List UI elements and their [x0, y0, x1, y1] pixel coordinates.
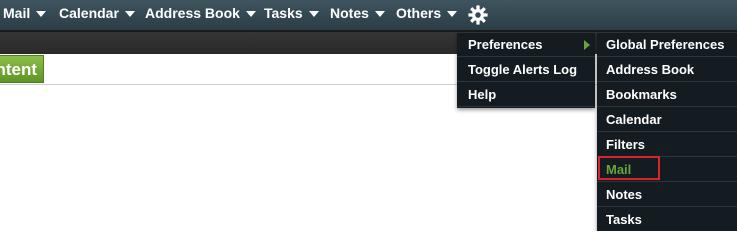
submenu-item-notes[interactable]: Notes [597, 183, 737, 207]
nav-calendar-label: Calendar [59, 5, 119, 21]
nav-notes-label: Notes [330, 5, 369, 21]
nav-address-book[interactable]: Address Book [145, 0, 256, 28]
selection-highlight [598, 156, 660, 180]
preferences-submenu: Global Preferences Address Book Bookmark… [597, 33, 737, 231]
submenu-item-bookmarks[interactable]: Bookmarks [597, 83, 737, 107]
chevron-down-icon [245, 11, 256, 17]
nav-address-book-label: Address Book [145, 5, 240, 21]
content-button[interactable]: ntent [0, 55, 44, 83]
submenu-item-calendar[interactable]: Calendar [597, 108, 737, 132]
chevron-down-icon [308, 11, 319, 17]
submenu-item-filters[interactable]: Filters [597, 133, 737, 157]
chevron-right-icon [584, 40, 590, 50]
chevron-down-icon [374, 11, 385, 17]
nav-tasks-label: Tasks [264, 5, 303, 21]
menu-item-toggle-alerts-log[interactable]: Toggle Alerts Log [457, 58, 595, 82]
settings-menu: Preferences Toggle Alerts Log Help [457, 33, 595, 108]
nav-others-label: Others [396, 5, 442, 21]
chevron-down-icon [447, 11, 458, 17]
nav-notes[interactable]: Notes [330, 0, 385, 28]
nav-tasks[interactable]: Tasks [264, 0, 319, 28]
chevron-down-icon [124, 11, 135, 17]
nav-others[interactable]: Others [396, 0, 458, 28]
submenu-item-global-preferences[interactable]: Global Preferences [597, 33, 737, 57]
nav-calendar[interactable]: Calendar [59, 0, 135, 28]
submenu-item-address-book[interactable]: Address Book [597, 58, 737, 82]
menu-item-preferences[interactable]: Preferences [457, 33, 595, 57]
gear-icon[interactable] [467, 4, 489, 26]
menu-item-preferences-label: Preferences [468, 37, 543, 52]
top-navigation-bar: Mail Calendar Address Book Tasks Notes O… [0, 0, 737, 30]
nav-mail-label: Mail [3, 5, 31, 21]
menu-item-help[interactable]: Help [457, 83, 595, 107]
submenu-item-tasks[interactable]: Tasks [597, 208, 737, 231]
app-root: Mail Calendar Address Book Tasks Notes O… [0, 0, 737, 231]
chevron-down-icon [36, 11, 47, 17]
nav-mail[interactable]: Mail [3, 0, 47, 28]
